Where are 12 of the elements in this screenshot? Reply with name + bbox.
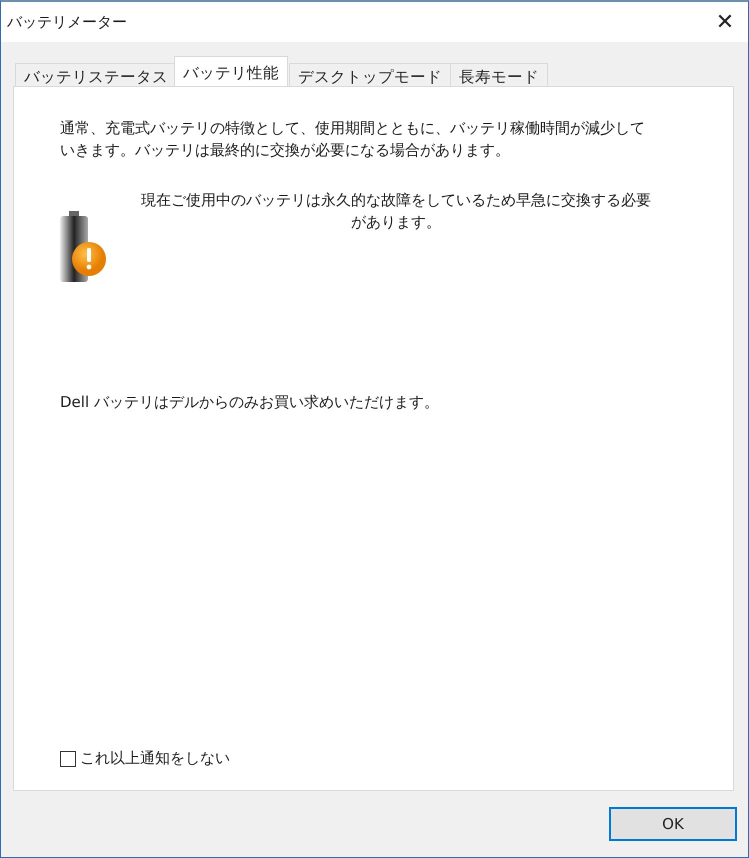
tab[interactable]: デスクトップモード <box>289 63 451 86</box>
note-text: Dell バッテリはデルからのみお買い求めいただけます。 <box>60 393 440 412</box>
tab[interactable]: バッテリ性能 <box>174 56 288 86</box>
ok-button[interactable]: OK <box>609 807 737 841</box>
warning-message: 現在ご使用中のバッテリは永久的な故障をしているため早急に交換する必要があります。 <box>140 190 652 233</box>
close-button[interactable]: ✕ <box>702 2 748 42</box>
tab[interactable]: 長寿モード <box>450 63 548 86</box>
tab[interactable]: バッテリステータス <box>15 63 177 86</box>
description-text: 通常、充電式バッテリの特徴として、使用期間とともに、バッテリ稼働時間が減少していきます。バッテリは最終的に交換が必要になる場合があります。 <box>60 118 646 161</box>
window-title: バッテリメーター <box>7 12 127 32</box>
checkbox[interactable] <box>60 750 76 766</box>
checkbox-label[interactable]: これ以上通知をしない <box>80 749 230 768</box>
